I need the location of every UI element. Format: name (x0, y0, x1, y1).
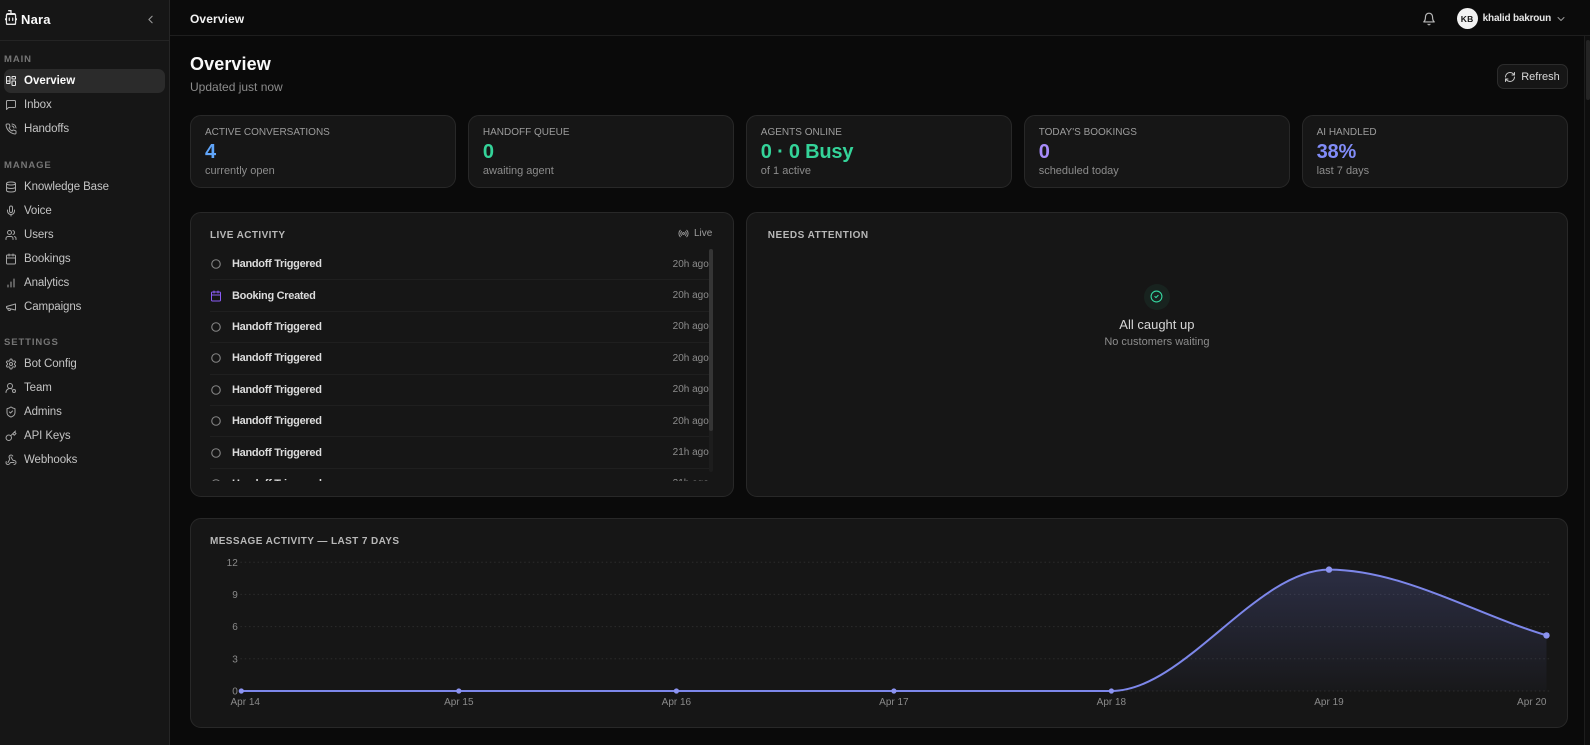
svg-text:9: 9 (232, 590, 238, 601)
svg-text:0: 0 (232, 686, 238, 697)
svg-text:6: 6 (232, 622, 238, 633)
svg-text:3: 3 (232, 654, 238, 665)
svg-text:Apr 14: Apr 14 (231, 697, 261, 708)
svg-text:Apr 19: Apr 19 (1314, 697, 1344, 708)
svg-text:Apr 17: Apr 17 (879, 697, 909, 708)
svg-text:Apr 15: Apr 15 (444, 697, 474, 708)
svg-text:Apr 18: Apr 18 (1097, 697, 1127, 708)
svg-text:Apr 20: Apr 20 (1517, 697, 1547, 708)
svg-text:Apr 16: Apr 16 (662, 697, 692, 708)
svg-text:12: 12 (227, 557, 239, 568)
